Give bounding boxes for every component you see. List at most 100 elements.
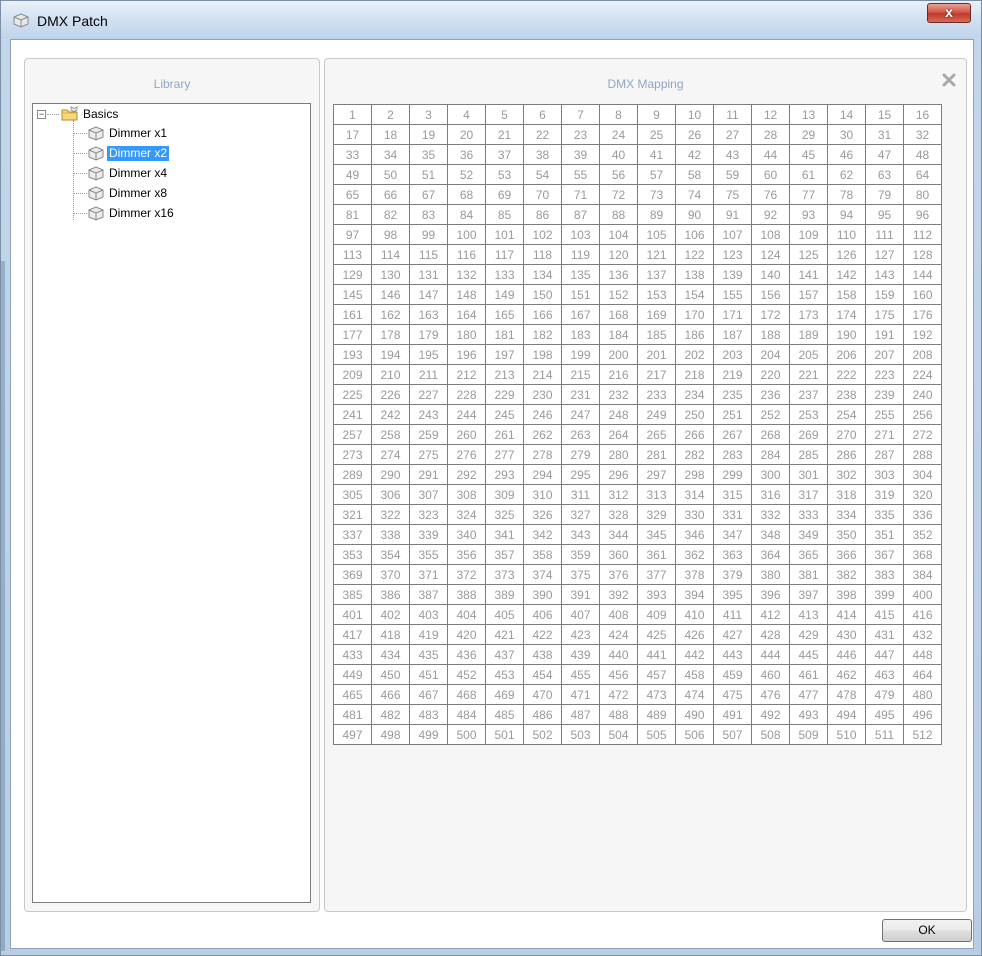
dmx-channel-cell[interactable]: 85 — [486, 205, 524, 225]
dmx-channel-cell[interactable]: 397 — [790, 585, 828, 605]
dmx-channel-cell[interactable]: 422 — [524, 625, 562, 645]
dmx-channel-cell[interactable]: 311 — [562, 485, 600, 505]
dmx-channel-cell[interactable]: 164 — [448, 305, 486, 325]
dmx-channel-cell[interactable]: 92 — [752, 205, 790, 225]
dmx-channel-cell[interactable]: 119 — [562, 245, 600, 265]
dmx-channel-cell[interactable]: 39 — [562, 145, 600, 165]
dmx-channel-cell[interactable]: 465 — [334, 685, 372, 705]
dmx-channel-cell[interactable]: 212 — [448, 365, 486, 385]
dmx-channel-cell[interactable]: 61 — [790, 165, 828, 185]
dmx-channel-cell[interactable]: 1 — [334, 105, 372, 125]
dmx-channel-cell[interactable]: 372 — [448, 565, 486, 585]
dmx-channel-cell[interactable]: 427 — [714, 625, 752, 645]
dmx-channel-cell[interactable]: 259 — [410, 425, 448, 445]
dmx-channel-cell[interactable]: 114 — [372, 245, 410, 265]
dmx-channel-cell[interactable]: 27 — [714, 125, 752, 145]
dmx-channel-cell[interactable]: 175 — [866, 305, 904, 325]
dmx-channel-cell[interactable]: 503 — [562, 725, 600, 745]
dmx-channel-cell[interactable]: 187 — [714, 325, 752, 345]
dmx-channel-cell[interactable]: 146 — [372, 285, 410, 305]
dmx-channel-cell[interactable]: 421 — [486, 625, 524, 645]
dmx-channel-cell[interactable]: 149 — [486, 285, 524, 305]
dmx-channel-cell[interactable]: 159 — [866, 285, 904, 305]
dmx-channel-cell[interactable]: 473 — [638, 685, 676, 705]
dmx-channel-cell[interactable]: 464 — [904, 665, 942, 685]
dmx-channel-cell[interactable]: 401 — [334, 605, 372, 625]
dmx-channel-cell[interactable]: 431 — [866, 625, 904, 645]
dmx-channel-cell[interactable]: 466 — [372, 685, 410, 705]
dmx-channel-cell[interactable]: 192 — [904, 325, 942, 345]
dmx-channel-cell[interactable]: 453 — [486, 665, 524, 685]
dmx-channel-cell[interactable]: 367 — [866, 545, 904, 565]
dmx-channel-cell[interactable]: 91 — [714, 205, 752, 225]
dmx-channel-cell[interactable]: 482 — [372, 705, 410, 725]
dmx-channel-cell[interactable]: 405 — [486, 605, 524, 625]
dmx-channel-cell[interactable]: 477 — [790, 685, 828, 705]
dmx-channel-cell[interactable]: 435 — [410, 645, 448, 665]
dmx-channel-cell[interactable]: 386 — [372, 585, 410, 605]
dmx-channel-cell[interactable]: 84 — [448, 205, 486, 225]
dmx-channel-cell[interactable]: 222 — [828, 365, 866, 385]
dmx-channel-cell[interactable]: 325 — [486, 505, 524, 525]
dmx-channel-cell[interactable]: 484 — [448, 705, 486, 725]
dmx-channel-cell[interactable]: 174 — [828, 305, 866, 325]
dmx-channel-cell[interactable]: 93 — [790, 205, 828, 225]
dmx-channel-cell[interactable]: 272 — [904, 425, 942, 445]
dmx-channel-cell[interactable]: 355 — [410, 545, 448, 565]
dmx-channel-cell[interactable]: 402 — [372, 605, 410, 625]
dmx-channel-cell[interactable]: 152 — [600, 285, 638, 305]
dmx-channel-cell[interactable]: 104 — [600, 225, 638, 245]
dmx-channel-cell[interactable]: 123 — [714, 245, 752, 265]
dmx-channel-cell[interactable]: 251 — [714, 405, 752, 425]
dmx-channel-cell[interactable]: 169 — [638, 305, 676, 325]
dmx-channel-cell[interactable]: 226 — [372, 385, 410, 405]
dmx-channel-cell[interactable]: 60 — [752, 165, 790, 185]
dmx-channel-cell[interactable]: 394 — [676, 585, 714, 605]
dmx-channel-cell[interactable]: 23 — [562, 125, 600, 145]
dmx-channel-cell[interactable]: 448 — [904, 645, 942, 665]
dmx-channel-cell[interactable]: 88 — [600, 205, 638, 225]
dmx-channel-cell[interactable]: 419 — [410, 625, 448, 645]
dmx-channel-cell[interactable]: 493 — [790, 705, 828, 725]
dmx-channel-cell[interactable]: 82 — [372, 205, 410, 225]
dmx-channel-cell[interactable]: 154 — [676, 285, 714, 305]
dmx-channel-cell[interactable]: 458 — [676, 665, 714, 685]
dmx-channel-cell[interactable]: 121 — [638, 245, 676, 265]
dmx-channel-cell[interactable]: 420 — [448, 625, 486, 645]
dmx-channel-cell[interactable]: 395 — [714, 585, 752, 605]
dmx-channel-cell[interactable]: 447 — [866, 645, 904, 665]
dmx-channel-cell[interactable]: 131 — [410, 265, 448, 285]
dmx-channel-cell[interactable]: 298 — [676, 465, 714, 485]
dmx-channel-cell[interactable]: 305 — [334, 485, 372, 505]
dmx-channel-cell[interactable]: 296 — [600, 465, 638, 485]
dmx-channel-cell[interactable]: 240 — [904, 385, 942, 405]
dmx-channel-cell[interactable]: 208 — [904, 345, 942, 365]
dmx-channel-cell[interactable]: 180 — [448, 325, 486, 345]
dmx-channel-cell[interactable]: 155 — [714, 285, 752, 305]
dmx-channel-cell[interactable]: 389 — [486, 585, 524, 605]
dmx-channel-cell[interactable]: 173 — [790, 305, 828, 325]
dmx-channel-cell[interactable]: 162 — [372, 305, 410, 325]
dmx-channel-cell[interactable]: 357 — [486, 545, 524, 565]
dmx-channel-cell[interactable]: 463 — [866, 665, 904, 685]
dmx-channel-cell[interactable]: 380 — [752, 565, 790, 585]
dmx-channel-cell[interactable]: 326 — [524, 505, 562, 525]
dmx-channel-cell[interactable]: 126 — [828, 245, 866, 265]
dmx-channel-cell[interactable]: 491 — [714, 705, 752, 725]
dmx-channel-cell[interactable]: 415 — [866, 605, 904, 625]
dmx-channel-cell[interactable]: 472 — [600, 685, 638, 705]
dmx-channel-cell[interactable]: 177 — [334, 325, 372, 345]
dmx-channel-cell[interactable]: 356 — [448, 545, 486, 565]
dmx-channel-cell[interactable]: 321 — [334, 505, 372, 525]
dmx-channel-cell[interactable]: 9 — [638, 105, 676, 125]
dmx-channel-cell[interactable]: 72 — [600, 185, 638, 205]
dmx-channel-cell[interactable]: 218 — [676, 365, 714, 385]
dmx-channel-cell[interactable]: 247 — [562, 405, 600, 425]
dmx-channel-cell[interactable]: 278 — [524, 445, 562, 465]
dmx-channel-cell[interactable]: 109 — [790, 225, 828, 245]
dmx-channel-cell[interactable]: 434 — [372, 645, 410, 665]
dmx-channel-cell[interactable]: 36 — [448, 145, 486, 165]
tree-node-dimmer-x2[interactable]: Dimmer x2 — [107, 146, 170, 161]
dmx-channel-cell[interactable]: 498 — [372, 725, 410, 745]
dmx-channel-cell[interactable]: 264 — [600, 425, 638, 445]
